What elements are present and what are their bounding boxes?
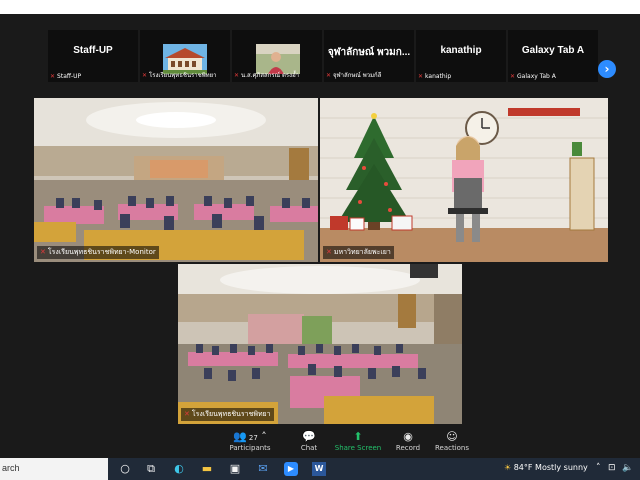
participant-strip: Staff-UP ✕ Staff-UP ✕ โรงเรียนพุทธชินราชพิ… [48, 30, 598, 96]
participant-label: ✕ น.ส.ศุภิสสกรณ์ ตรงอ้ำ [234, 72, 300, 79]
participant-label: ✕ Staff-UP [50, 73, 82, 80]
sun-icon: ☀ [504, 463, 512, 472]
video-tile-label: ✕ มหาวิทยาลัยพะเยา [323, 246, 394, 259]
participant-label: ✕ โรงเรียนพุทธชินราชพิทยา [142, 72, 217, 79]
participant-name: Galaxy Tab A [521, 45, 585, 56]
video-tile-label: ✕ โรงเรียนพุทธชินราชพิทยา-Monitor [37, 246, 159, 259]
chevron-up-icon[interactable]: ˄ [596, 463, 601, 473]
participant-label: ✕ kanathip [418, 73, 452, 80]
file-explorer-icon[interactable]: ▬ [200, 462, 214, 476]
edge-icon[interactable]: ◐ [172, 462, 186, 476]
participants-button[interactable]: 👥 27 ˄ Participants [222, 430, 278, 452]
participant-thumb-staff-up[interactable]: Staff-UP ✕ Staff-UP [48, 30, 138, 82]
chat-icon: 💬 [302, 430, 316, 443]
participant-name: kanathip [440, 45, 482, 56]
share-screen-button[interactable]: ⬆ Share Screen [330, 430, 386, 452]
taskbar-search-box[interactable]: arch [0, 458, 108, 480]
participant-thumb-julalak[interactable]: จุฬาลักษณ์ พวมก... ✕ จุฬาลักษณ์ พวมก์ลี [324, 30, 414, 82]
chat-button[interactable]: 💬 Chat [281, 430, 337, 452]
classroom-hall-video [34, 98, 318, 262]
participant-thumb-school[interactable]: ✕ โรงเรียนพุทธชินราชพิทยา [140, 30, 230, 82]
reactions-icon: ☺ [446, 430, 458, 443]
network-icon[interactable]: ⊡ [608, 463, 616, 473]
video-tile-label: ✕ โรงเรียนพุทธชินราชพิทยา [181, 408, 274, 421]
participant-label: ✕ Galaxy Tab A [510, 73, 556, 80]
zoom-icon[interactable]: ▶ [284, 462, 298, 476]
speaker-icon[interactable]: 🔈 [622, 463, 633, 473]
mic-muted-icon: ✕ [326, 248, 332, 256]
participant-name: จุฬาลักษณ์ พวมก... [327, 47, 411, 58]
mic-muted-icon: ✕ [418, 73, 424, 80]
mic-muted-icon: ✕ [326, 72, 332, 79]
word-icon[interactable]: W [312, 462, 326, 476]
top-white-band [0, 0, 640, 14]
speaker-video [320, 98, 608, 262]
mic-muted-icon: ✕ [184, 410, 190, 418]
mic-muted-icon: ✕ [142, 72, 148, 79]
mail-icon[interactable]: ✉ [256, 462, 270, 476]
mic-muted-icon: ✕ [50, 73, 56, 80]
mic-muted-icon: ✕ [40, 248, 46, 256]
participant-thumb-galaxy-tab[interactable]: Galaxy Tab A ✕ Galaxy Tab A [508, 30, 598, 82]
weather-widget[interactable]: ☀ 84°F Mostly sunny [504, 463, 588, 472]
participant-thumb-kanathip[interactable]: kanathip ✕ kanathip [416, 30, 506, 82]
participant-thumb-person[interactable]: ✕ น.ส.ศุภิสสกรณ์ ตรงอ้ำ [232, 30, 322, 82]
chevron-right-icon[interactable]: › [598, 60, 616, 78]
video-tile-monitor[interactable]: ✕ โรงเรียนพุทธชินราชพิทยา-Monitor [34, 98, 318, 262]
participants-icon: 👥 27 ˄ [233, 430, 267, 443]
store-icon[interactable]: ▣ [228, 462, 242, 476]
participant-name: Staff-UP [73, 45, 113, 56]
participant-label: ✕ จุฬาลักษณ์ พวมก์ลี [326, 72, 382, 79]
video-tile-school-hall[interactable]: ✕ โรงเรียนพุทธชินราชพิทยา [178, 264, 462, 424]
mic-muted-icon: ✕ [234, 72, 240, 79]
cortana-icon[interactable]: ○ [118, 462, 132, 476]
windows-taskbar: arch ○ ⧉ ◐ ▬ ▣ ✉ ▶ W ☀ 84°F Mostly sunny… [0, 458, 640, 480]
meeting-controls: 👥 27 ˄ Participants 💬 Chat ⬆ Share Screen… [0, 426, 640, 458]
video-tile-active-speaker[interactable]: ✕ มหาวิทยาลัยพะเยา [320, 98, 608, 262]
task-view-icon[interactable]: ⧉ [144, 462, 158, 476]
school-hall-video [178, 264, 462, 424]
share-screen-icon: ⬆ [353, 430, 363, 443]
reactions-button[interactable]: ☺ Reactions [424, 430, 480, 452]
mic-muted-icon: ✕ [510, 73, 516, 80]
